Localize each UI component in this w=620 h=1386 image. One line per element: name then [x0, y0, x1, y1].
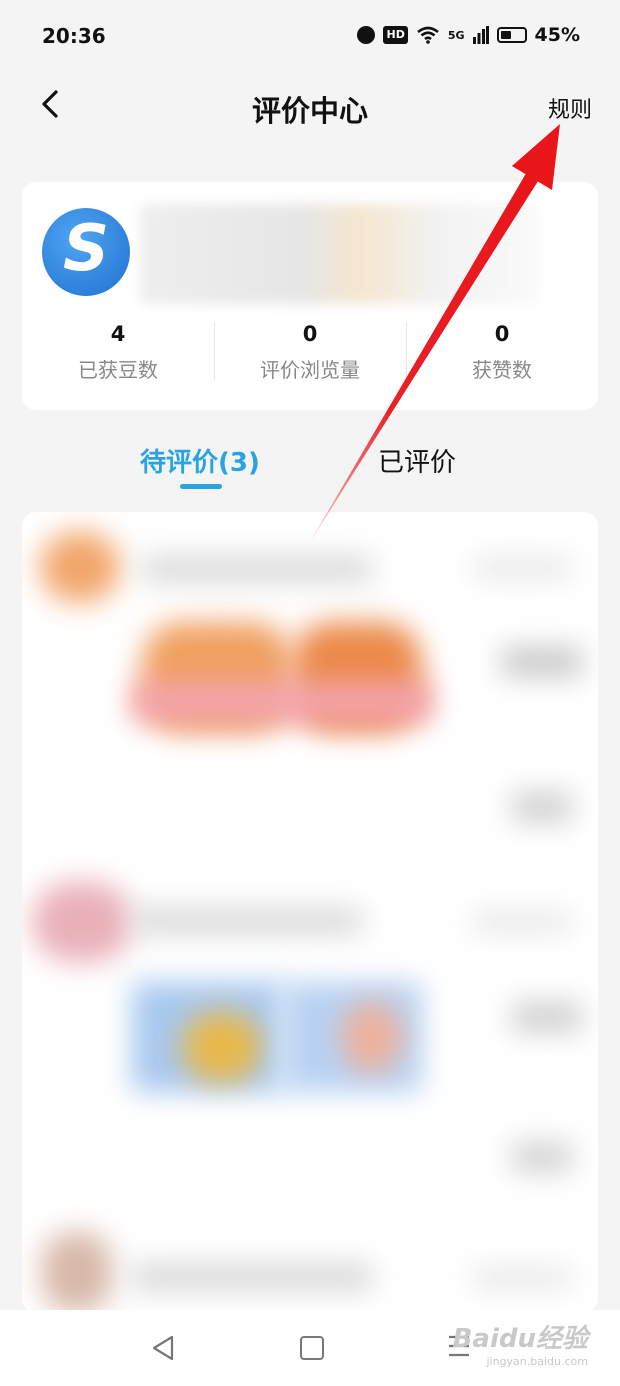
stat-label: 评价浏览量: [260, 358, 360, 382]
stat-label: 获赞数: [472, 358, 532, 382]
product-image-blurred: [342, 1002, 402, 1072]
status-time: 20:36: [42, 24, 106, 48]
status-blurred: [472, 558, 572, 578]
stat-value: 4: [110, 322, 126, 346]
alarm-icon: [357, 26, 376, 44]
product-image-base-blurred: [132, 682, 432, 722]
stat-likes[interactable]: 0 获赞数: [406, 318, 598, 388]
wifi-icon: [417, 26, 439, 44]
tab-active-indicator: [180, 484, 222, 489]
status-blurred: [472, 912, 572, 932]
annotation-arrow-head: [512, 124, 560, 190]
avatar[interactable]: S: [42, 208, 130, 296]
shop-avatar-blurred: [42, 1232, 112, 1312]
action-blurred: [512, 792, 572, 822]
shop-avatar-blurred: [40, 532, 120, 602]
watermark-url: jingyan.baidu.com: [486, 1355, 588, 1368]
price-blurred: [502, 647, 582, 677]
status-icons: HD 5G 45%: [357, 24, 580, 46]
username-blurred: [140, 204, 540, 304]
tab-reviewed[interactable]: 已评价: [378, 442, 456, 479]
stat-beans[interactable]: 4 已获豆数: [22, 318, 214, 388]
shop-name-blurred: [132, 1264, 372, 1290]
shop-name-blurred: [132, 908, 362, 934]
tab-pending-review[interactable]: 待评价(3): [140, 442, 260, 479]
stat-label: 已获豆数: [78, 358, 158, 382]
stat-views[interactable]: 0 评价浏览量: [214, 318, 406, 388]
status-bar: 20:36 HD 5G 45%: [0, 0, 620, 76]
nav-home-icon[interactable]: [300, 1336, 324, 1360]
signal-icon: [472, 26, 489, 44]
watermark-logo: Baidu经验: [452, 1324, 588, 1354]
product-image-blurred: [182, 1012, 262, 1082]
hd-badge: HD: [383, 26, 408, 44]
battery-icon: [496, 27, 527, 43]
stat-value: 0: [302, 322, 318, 346]
shop-avatar-blurred: [32, 882, 132, 962]
profile-card: S 4 已获豆数 0 评价浏览量 0 获赞数: [22, 182, 598, 410]
status-blurred: [472, 1268, 572, 1288]
page-title: 评价中心: [251, 94, 368, 128]
battery-percent: 45%: [534, 24, 580, 46]
stats-row: 4 已获豆数 0 评价浏览量 0 获赞数: [22, 318, 598, 388]
stat-value: 0: [494, 322, 510, 346]
nav-back-icon[interactable]: [150, 1334, 176, 1362]
shop-name-blurred: [142, 556, 372, 582]
rules-link[interactable]: 规则: [548, 92, 592, 124]
action-blurred: [512, 1142, 572, 1172]
pending-review-list: [22, 512, 598, 1312]
watermark: Baidu经验 jingyan.baidu.com: [453, 1318, 588, 1368]
price-blurred: [512, 1002, 582, 1032]
network-type: 5G: [447, 28, 465, 42]
avatar-logo-letter: S: [62, 212, 110, 286]
